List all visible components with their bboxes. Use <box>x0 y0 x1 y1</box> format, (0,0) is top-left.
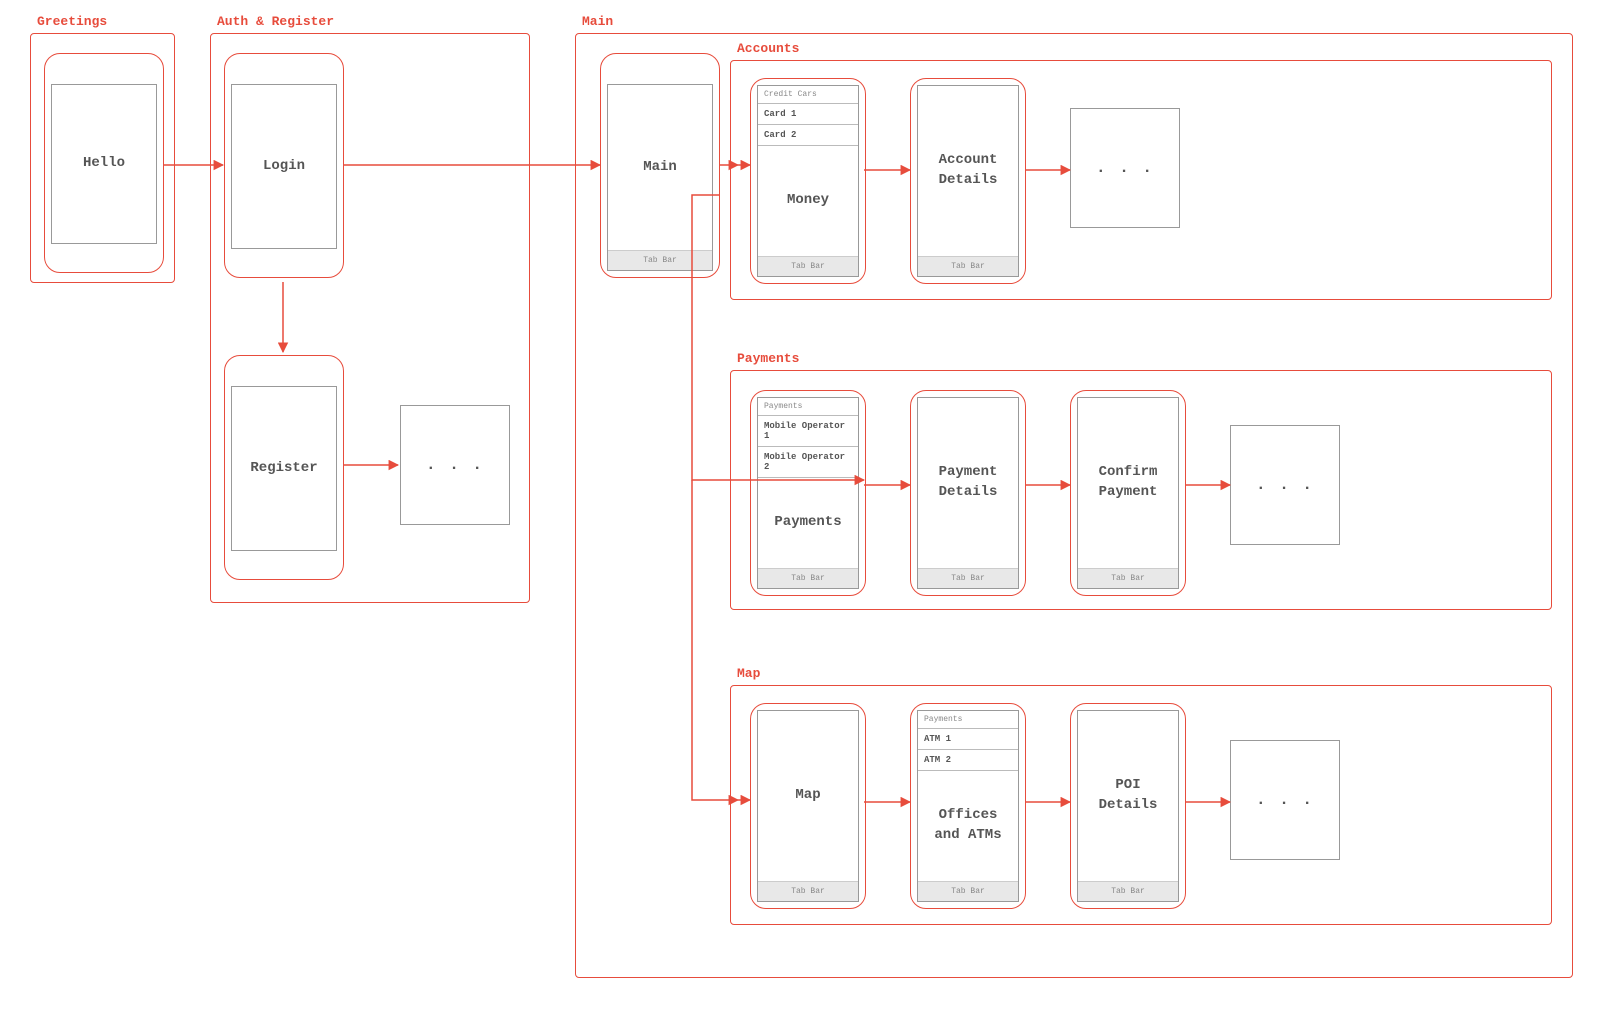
tabbar-payment-details: Tab Bar <box>918 568 1018 588</box>
ellipsis-register: . . . <box>400 405 510 525</box>
list-item: Mobile Operator 2 <box>758 447 858 478</box>
screen-title-offices: Offices and ATMs <box>918 771 1018 881</box>
group-label-greetings: Greetings <box>37 14 107 29</box>
tabbar-main: Tab Bar <box>608 250 712 270</box>
screen-title-register: Register <box>232 387 336 550</box>
list-item: ATM 1 <box>918 729 1018 750</box>
screen-account-details: Account Details Tab Bar <box>910 78 1026 284</box>
group-label-payments: Payments <box>737 351 799 366</box>
screen-payments: Payments Mobile Operator 1 Mobile Operat… <box>750 390 866 596</box>
screen-register: Register <box>224 355 344 580</box>
screen-title-main: Main <box>608 85 712 250</box>
group-label-accounts: Accounts <box>737 41 799 56</box>
screen-confirm-payment: Confirm Payment Tab Bar <box>1070 390 1186 596</box>
screen-title-payments: Payments <box>758 478 858 568</box>
screen-title-payment-details: Payment Details <box>918 398 1018 568</box>
screen-money: Credit Cars Card 1 Card 2 Money Tab Bar <box>750 78 866 284</box>
list-item: Mobile Operator 1 <box>758 416 858 447</box>
screen-title-map: Map <box>758 711 858 881</box>
screen-hello: Hello <box>44 53 164 273</box>
screen-title-hello: Hello <box>52 85 156 243</box>
screen-title-login: Login <box>232 85 336 248</box>
screen-title-confirm-payment: Confirm Payment <box>1078 398 1178 568</box>
group-label-main: Main <box>582 14 613 29</box>
tabbar-offices: Tab Bar <box>918 881 1018 901</box>
tabbar-poi-details: Tab Bar <box>1078 881 1178 901</box>
group-label-map: Map <box>737 666 760 681</box>
screen-payment-details: Payment Details Tab Bar <box>910 390 1026 596</box>
list-item: ATM 2 <box>918 750 1018 771</box>
tabbar-account-details: Tab Bar <box>918 256 1018 276</box>
ellipsis-map: . . . <box>1230 740 1340 860</box>
tabbar-confirm-payment: Tab Bar <box>1078 568 1178 588</box>
screen-title-money: Money <box>758 146 858 256</box>
tabbar-payments: Tab Bar <box>758 568 858 588</box>
list-header-money: Credit Cars <box>758 86 858 104</box>
group-label-auth: Auth & Register <box>217 14 334 29</box>
screen-title-poi-details: POI Details <box>1078 711 1178 881</box>
tabbar-map: Tab Bar <box>758 881 858 901</box>
screen-title-account-details: Account Details <box>918 86 1018 256</box>
screen-poi-details: POI Details Tab Bar <box>1070 703 1186 909</box>
ellipsis-accounts: . . . <box>1070 108 1180 228</box>
ellipsis-payments: . . . <box>1230 425 1340 545</box>
screen-login: Login <box>224 53 344 278</box>
list-item: Card 1 <box>758 104 858 125</box>
list-header-payments: Payments <box>758 398 858 416</box>
screen-map: Map Tab Bar <box>750 703 866 909</box>
screen-offices: Payments ATM 1 ATM 2 Offices and ATMs Ta… <box>910 703 1026 909</box>
tabbar-money: Tab Bar <box>758 256 858 276</box>
list-header-offices: Payments <box>918 711 1018 729</box>
list-item: Card 2 <box>758 125 858 146</box>
screen-main: Main Tab Bar <box>600 53 720 278</box>
